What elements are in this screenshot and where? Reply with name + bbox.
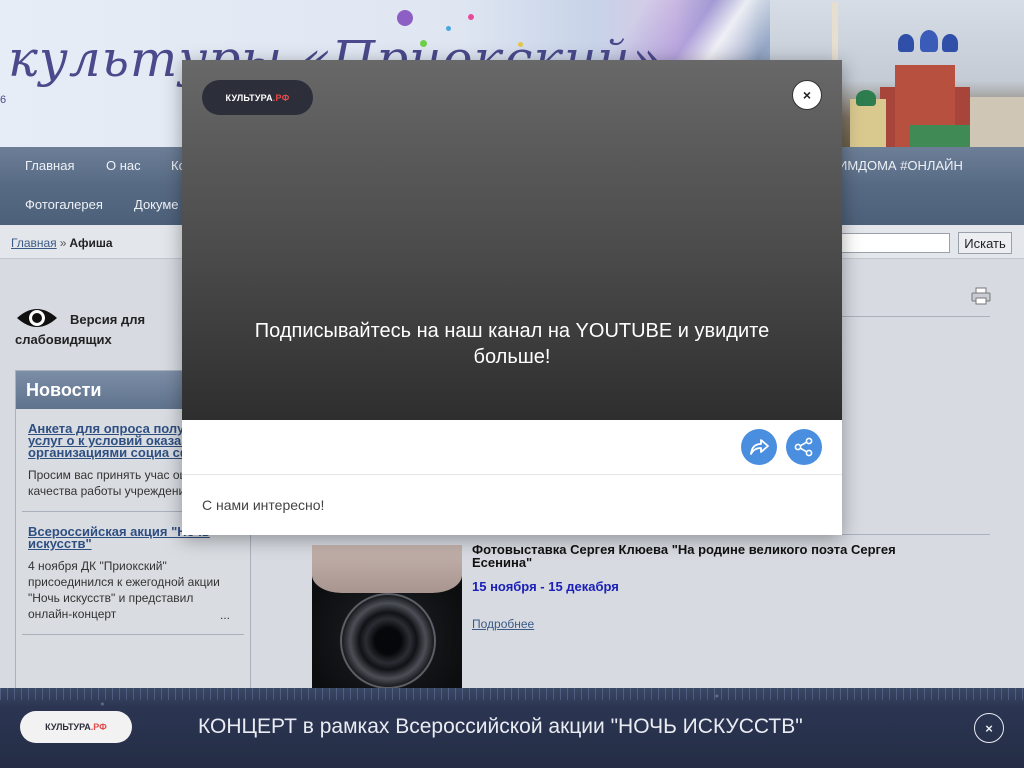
breadcrumb-separator: » — [59, 236, 67, 250]
low-vision-link[interactable]: Версия для слабовидящих — [15, 310, 165, 350]
low-vision-label-1: Версия для — [70, 312, 146, 327]
banner-dot — [397, 10, 413, 26]
bottom-logo-suffix: .РФ — [90, 722, 107, 732]
share-network-icon — [794, 437, 813, 457]
modal-divider — [182, 474, 842, 475]
photo-lens — [340, 593, 436, 689]
logo-text: КУЛЬТУРА — [225, 92, 273, 103]
low-vision-label-2: слабовидящих — [15, 332, 112, 347]
photo-hands — [312, 545, 462, 593]
video-modal: КУЛЬТУРА .РФ × Подписывайтесь на наш кана… — [182, 60, 842, 535]
starry-strip — [0, 688, 1024, 700]
nav-item-about[interactable]: О нас — [106, 158, 141, 173]
event-date: 15 ноября - 15 декабря — [472, 579, 619, 594]
share-arrow-icon — [750, 439, 769, 455]
breadcrumb-home-link[interactable]: Главная — [11, 236, 57, 250]
bottom-logo-text: КУЛЬТУРА — [45, 722, 91, 732]
news-more-ellipsis[interactable]: ... — [220, 608, 230, 622]
video-caption: Подписывайтесь на наш канал на YOUTUBE и… — [254, 320, 770, 368]
video-player[interactable]: КУЛЬТУРА .РФ × Подписывайтесь на наш кана… — [182, 60, 842, 420]
nav-item-home[interactable]: Главная — [25, 158, 74, 173]
breadcrumb-current: Афиша — [69, 236, 113, 250]
forward-button[interactable] — [741, 429, 777, 465]
divider — [840, 316, 990, 317]
news-item-text: 4 ноября ДК "Приокский" присоединился к … — [28, 559, 220, 621]
breadcrumb: Главная» Афиша — [11, 236, 113, 250]
close-bottom-bar-button[interactable]: × — [974, 713, 1004, 743]
nav-item-gallery[interactable]: Фотогалерея — [25, 197, 103, 212]
bottom-promo-bar: КУЛЬТУРА .РФ КОНЦЕРТ в рамках Всероссийск… — [0, 688, 1024, 768]
banner-dot — [468, 14, 474, 20]
search-button[interactable]: Искать — [958, 232, 1012, 254]
kultura-logo: КУЛЬТУРА .РФ — [202, 80, 313, 115]
logo-suffix: .РФ — [272, 92, 290, 103]
close-modal-button[interactable]: × — [792, 80, 822, 110]
print-icon[interactable] — [971, 287, 991, 305]
bottom-promo-text[interactable]: КОНЦЕРТ в рамках Всероссийской акции "НО… — [198, 715, 803, 739]
nav-item-documents[interactable]: Докуме — [134, 197, 179, 212]
bottom-kultura-logo[interactable]: КУЛЬТУРА .РФ — [20, 711, 132, 743]
share-button[interactable] — [786, 429, 822, 465]
event-title[interactable]: Фотовыставка Сергея Клюева "На родине ве… — [472, 543, 942, 569]
event-photo-camera[interactable] — [312, 545, 462, 690]
modal-footer-text: С нами интересно! — [202, 497, 325, 513]
event-more-link[interactable]: Подробнее — [472, 617, 534, 631]
banner-small-text: 6 — [0, 94, 7, 106]
nav-item-online[interactable]: ИМДОМА #ОНЛАЙН — [838, 158, 963, 173]
